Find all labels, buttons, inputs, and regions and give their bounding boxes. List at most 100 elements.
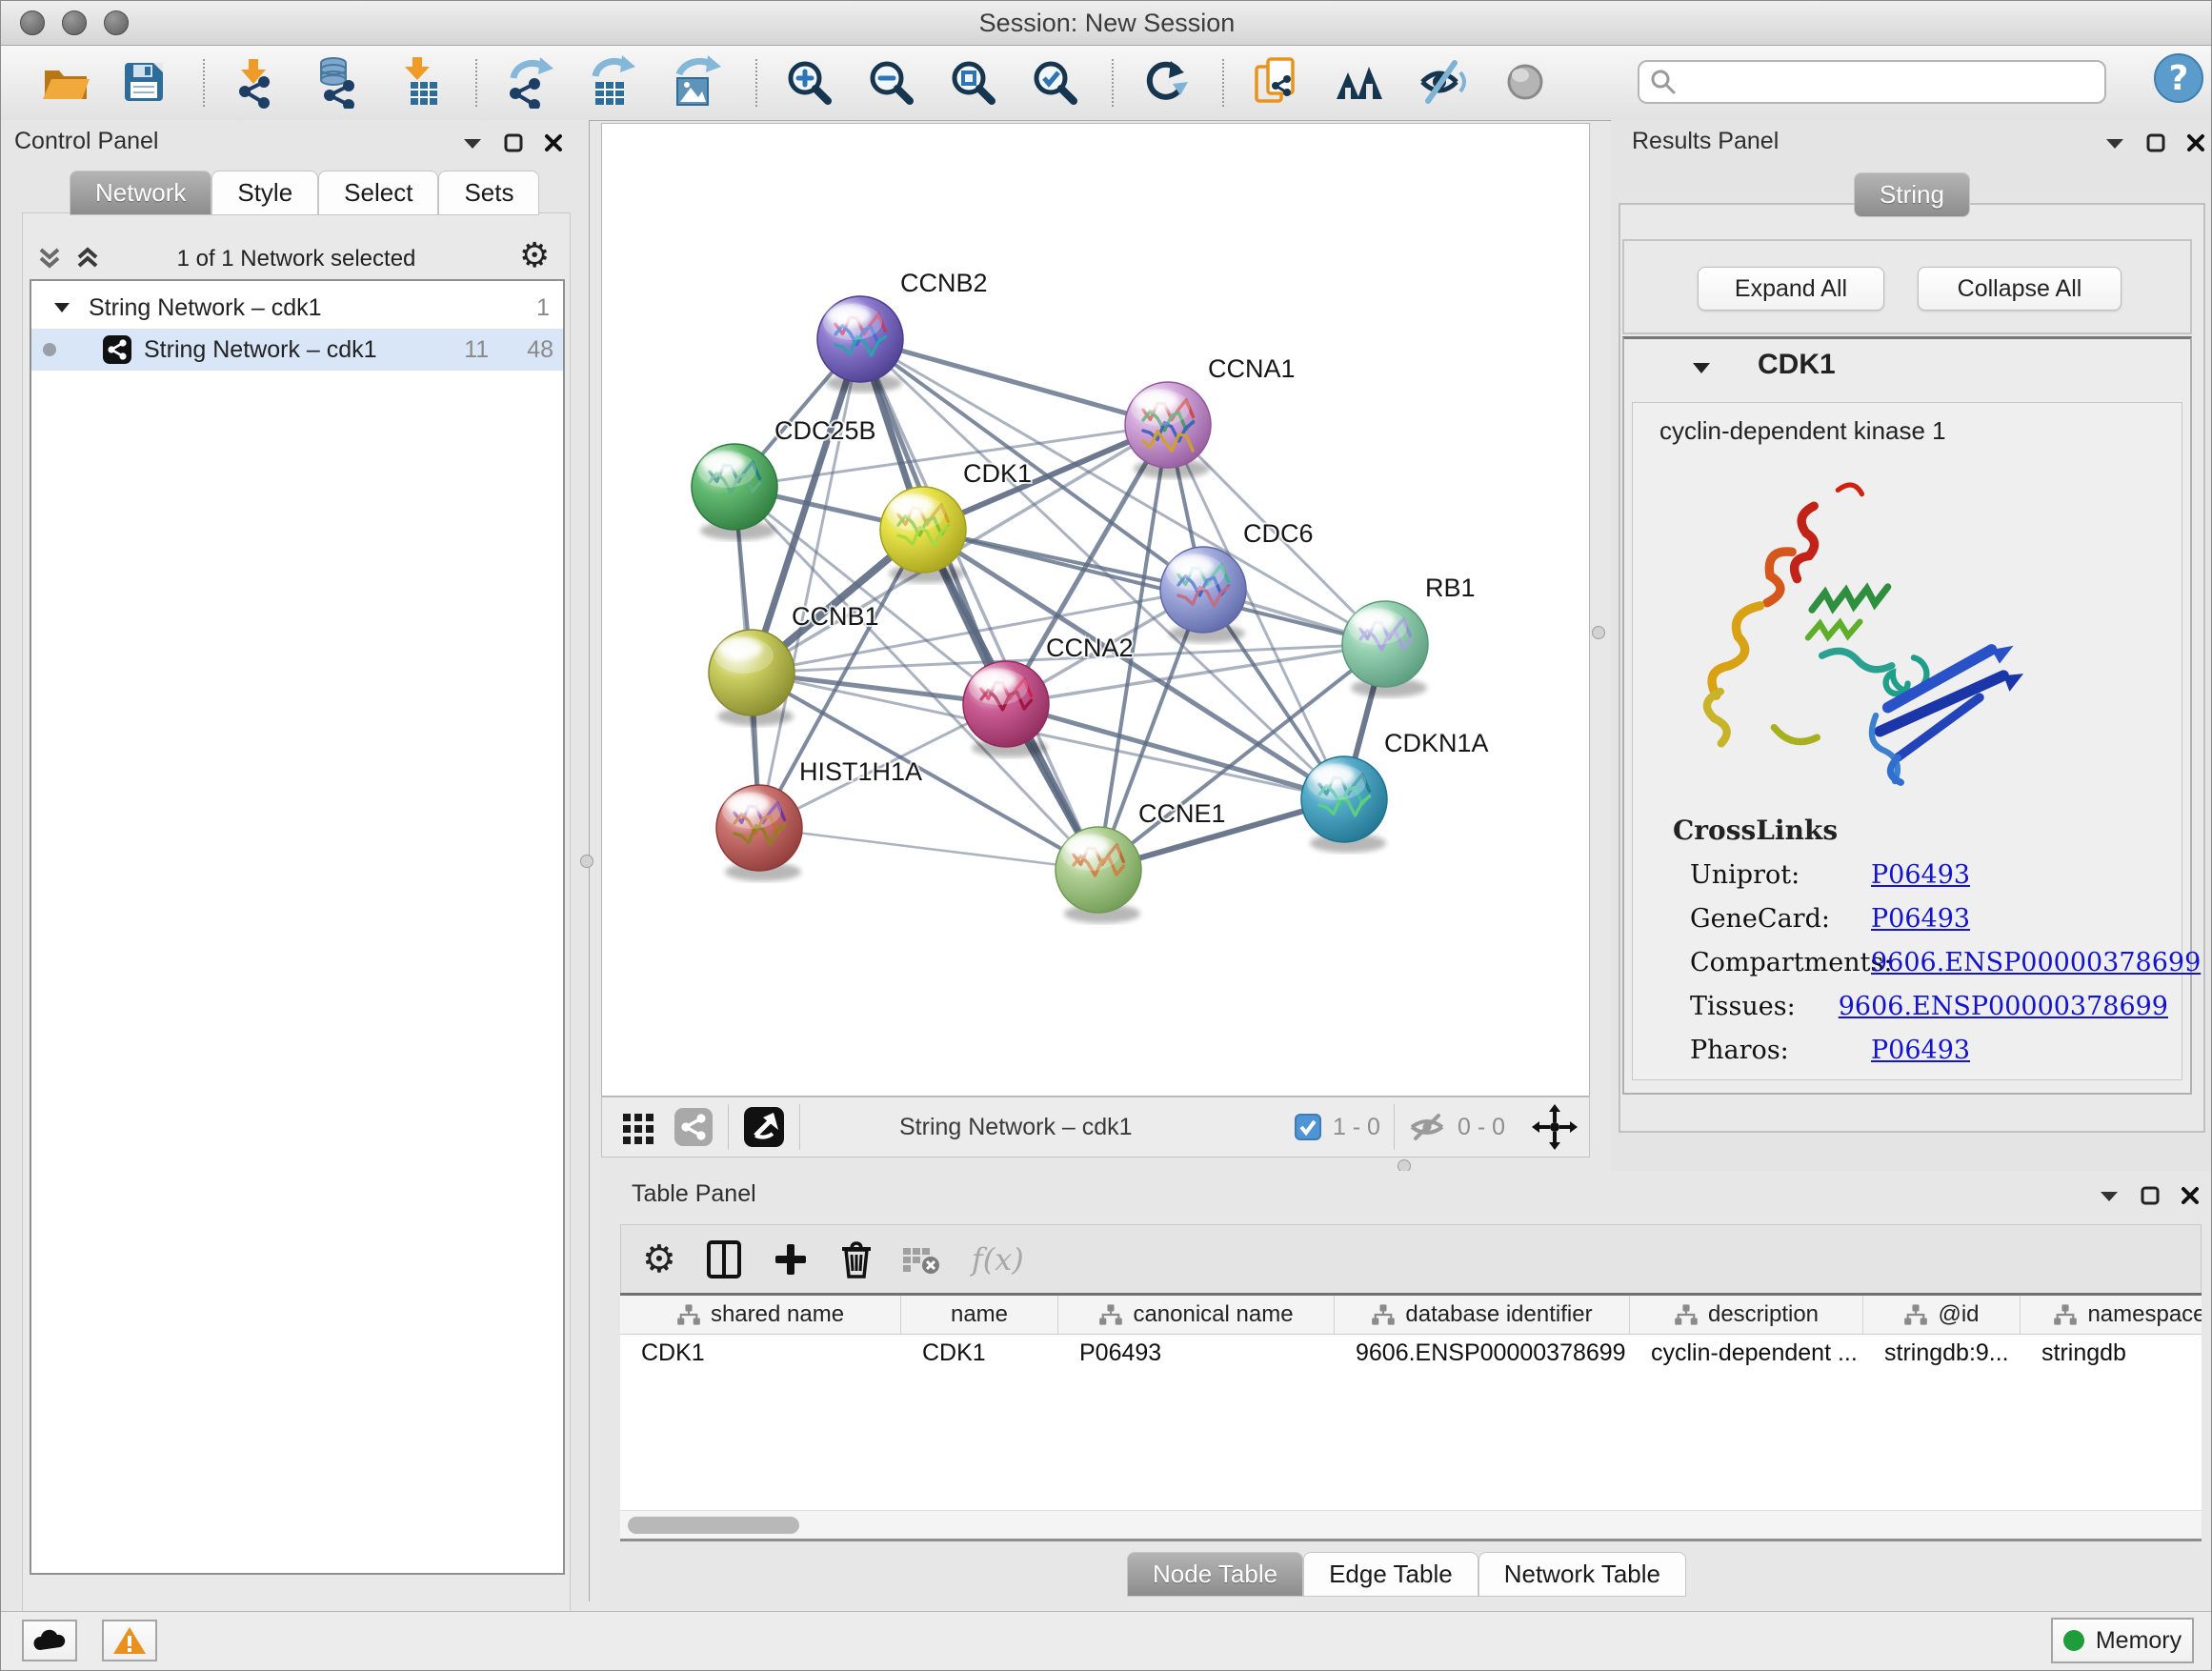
close-panel-icon[interactable]: [2181, 1186, 2200, 1205]
import-network-from-database-button[interactable]: [311, 55, 364, 109]
column-header-database-identifier[interactable]: database identifier: [1335, 1296, 1630, 1334]
warnings-button[interactable]: [102, 1620, 157, 1661]
help-button[interactable]: ?: [2152, 51, 2205, 105]
hide-selected-button[interactable]: [1417, 55, 1470, 109]
show-columns-icon[interactable]: [705, 1238, 743, 1280]
network-node-CCNB1[interactable]: [709, 630, 794, 726]
table-cell[interactable]: CDK1: [901, 1339, 1058, 1367]
network-edge[interactable]: [759, 828, 1098, 870]
column-header-canonical-name[interactable]: canonical name: [1058, 1296, 1335, 1334]
grid-view-icon[interactable]: [619, 1108, 657, 1146]
crosslink-value-link[interactable]: P06493: [1871, 860, 1970, 890]
network-row-selected[interactable]: String Network – cdk1 11 48: [31, 329, 563, 371]
network-node-HIST1H1A[interactable]: [716, 785, 802, 881]
zoom-out-button[interactable]: [864, 55, 917, 109]
node-label-CCNA1: CCNA1: [1208, 354, 1296, 383]
show-all-button[interactable]: [1498, 55, 1552, 109]
collection-expand-icon[interactable]: [52, 300, 71, 315]
view-mode-icon[interactable]: [673, 1106, 714, 1148]
crosslink-value-link[interactable]: 9606.ENSP00000378699: [1839, 992, 2168, 1021]
scrollbar-thumb[interactable]: [628, 1517, 799, 1534]
section-collapse-icon[interactable]: [1691, 360, 1712, 375]
refresh-button[interactable]: [1138, 55, 1192, 109]
tab-edge-table[interactable]: Edge Table: [1303, 1552, 1478, 1597]
import-table-button[interactable]: [393, 55, 447, 109]
collapse-panel-icon[interactable]: [2099, 1188, 2120, 1203]
search-input[interactable]: [1678, 68, 2081, 96]
import-network-file-button[interactable]: [230, 55, 283, 109]
table-cell[interactable]: CDK1: [620, 1339, 901, 1367]
tab-select[interactable]: Select: [318, 171, 438, 215]
export-network-button[interactable]: [502, 55, 555, 109]
crosslink-value-link[interactable]: P06493: [1871, 904, 1970, 934]
collapse-all-networks-icon[interactable]: [35, 244, 64, 272]
collapse-panel-icon[interactable]: [462, 135, 483, 151]
column-header-shared-name[interactable]: shared name: [620, 1296, 901, 1334]
tab-style[interactable]: Style: [211, 171, 318, 215]
crosslink-value-link[interactable]: P06493: [1871, 1036, 1970, 1065]
network-node-CDK1[interactable]: [880, 487, 966, 583]
network-node-CCNA1[interactable]: [1125, 382, 1211, 478]
table-cell[interactable]: P06493: [1058, 1339, 1335, 1367]
zoom-fit-button[interactable]: [946, 55, 999, 109]
column-header-description[interactable]: description: [1630, 1296, 1863, 1334]
birds-eye-view-icon[interactable]: [1530, 1102, 1579, 1152]
collapse-all-button[interactable]: Collapse All: [1918, 267, 2122, 311]
tab-sets[interactable]: Sets: [438, 171, 539, 215]
selected-checkbox-icon[interactable]: [1295, 1114, 1321, 1140]
network-collection-row[interactable]: String Network – cdk1 1: [31, 287, 563, 329]
tab-node-table[interactable]: Node Table: [1127, 1552, 1303, 1597]
close-panel-icon[interactable]: [544, 133, 563, 152]
search-field[interactable]: [1638, 60, 2106, 104]
network-edge[interactable]: [759, 339, 860, 828]
network-node-CDC6[interactable]: [1160, 547, 1246, 643]
column-header-name[interactable]: name: [901, 1296, 1058, 1334]
collapse-panel-icon[interactable]: [2104, 135, 2125, 151]
table-cell[interactable]: stringdb:9...: [1863, 1339, 2021, 1367]
zoom-selected-button[interactable]: [1028, 55, 1081, 109]
open-view-in-window-icon[interactable]: [742, 1105, 786, 1149]
network-node-CCNE1[interactable]: [1056, 827, 1141, 923]
network-edge[interactable]: [923, 530, 1385, 644]
column-header-@id[interactable]: @id: [1863, 1296, 2021, 1334]
gene-name: CDK1: [1758, 349, 1836, 381]
network-node-CDC25B[interactable]: [692, 444, 777, 540]
expand-all-networks-icon[interactable]: [73, 244, 102, 272]
tab-string[interactable]: String: [1854, 172, 1970, 217]
expand-all-button[interactable]: Expand All: [1698, 267, 1884, 311]
left-splitter-grip[interactable]: [580, 855, 593, 868]
table-settings-gear-icon[interactable]: ⚙: [642, 1238, 676, 1281]
float-panel-icon[interactable]: [2146, 133, 2165, 152]
zoom-in-button[interactable]: [782, 55, 835, 109]
network-node-RB1[interactable]: [1342, 601, 1428, 697]
cloud-status-button[interactable]: [22, 1620, 77, 1661]
float-panel-icon[interactable]: [2141, 1186, 2160, 1205]
export-table-button[interactable]: [584, 55, 637, 109]
network-node-CDKN1A[interactable]: [1301, 756, 1387, 853]
open-session-button[interactable]: [39, 55, 92, 109]
save-session-button[interactable]: [117, 55, 171, 109]
horizontal-scrollbar[interactable]: [620, 1510, 2202, 1540]
tab-network-table[interactable]: Network Table: [1478, 1552, 1686, 1597]
memory-button[interactable]: Memory: [2051, 1618, 2194, 1663]
clone-network-button[interactable]: [1249, 55, 1302, 109]
float-panel-icon[interactable]: [504, 133, 523, 152]
hidden-eye-icon[interactable]: [1408, 1112, 1446, 1142]
clear-table-icon[interactable]: [901, 1242, 943, 1277]
network-node-CCNB2[interactable]: [817, 296, 903, 393]
table-cell[interactable]: stringdb: [2021, 1339, 2202, 1367]
delete-column-icon[interactable]: [838, 1238, 875, 1280]
network-graph[interactable]: CCNB2CCNA1CDC25BCDK1CDC6RB1CCNB1CCNA2CDK…: [601, 123, 1590, 1097]
close-panel-icon[interactable]: [2186, 133, 2205, 152]
tab-network[interactable]: Network: [70, 171, 211, 215]
column-header-namespace[interactable]: namespace: [2021, 1296, 2202, 1334]
crosslink-value-link[interactable]: 9606.ENSP00000378699: [1871, 948, 2201, 977]
network-options-gear-icon[interactable]: ⚙: [519, 236, 550, 275]
right-splitter-grip[interactable]: [1592, 626, 1605, 639]
add-column-icon[interactable]: [772, 1240, 810, 1278]
table-row[interactable]: CDK1CDK1P064939606.ENSP00000378699cyclin…: [620, 1335, 2202, 1371]
table-cell[interactable]: cyclin-dependent ...: [1630, 1339, 1863, 1367]
table-cell[interactable]: 9606.ENSP00000378699: [1335, 1339, 1630, 1367]
first-neighbors-button[interactable]: [1333, 55, 1386, 109]
export-image-button[interactable]: [668, 55, 721, 109]
